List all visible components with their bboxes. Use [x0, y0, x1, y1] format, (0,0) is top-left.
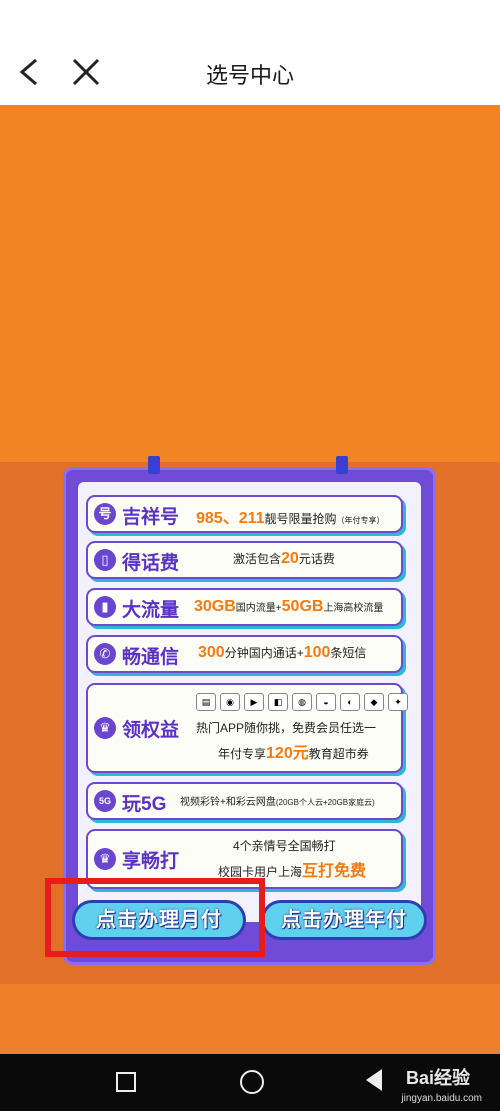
benefit-calls: ✆ 畅通信 300分钟国内通话+100条短信: [86, 635, 403, 673]
app-icon: ◆: [364, 693, 384, 711]
benefit-desc: 视频彩铃+和彩云网盘(20GB个人云+20GB家庭云): [180, 797, 375, 808]
5g-icon: 5G: [94, 790, 116, 812]
benefit-rights: ♛ 领权益 ▤ ◉ ▶ ◧ ◍ ◒ ◐ ◆ ✦ 热门APP随你挑，免费会员任选一…: [86, 683, 408, 773]
benefit-desc: 激活包含20元话费: [233, 550, 335, 567]
top-navigation-bar: 选号中心: [0, 0, 500, 105]
benefit-desc: 985、211靓号限量抢购（年付专享）: [196, 510, 385, 527]
benefit-desc: 300分钟国内通话+100条短信: [198, 644, 367, 661]
benefit-5g: 5G 玩5G 视频彩铃+和彩云网盘(20GB个人云+20GB家庭云): [86, 782, 403, 820]
app-icon: ▶: [244, 693, 264, 711]
benefit-name: 畅通信: [122, 647, 180, 668]
highlight-annotation-box: [45, 878, 265, 957]
call-icon: ✆: [94, 643, 116, 665]
app-icon: ◍: [292, 693, 312, 711]
benefit-name: 大流量: [122, 600, 180, 621]
crown-icon: ♛: [94, 717, 116, 739]
home-icon[interactable]: [240, 1070, 264, 1094]
back-icon[interactable]: [366, 1069, 382, 1091]
benefit-name: 得话费: [122, 553, 180, 574]
app-icon: ✦: [388, 693, 408, 711]
benefit-desc-line1: 4个亲情号全国畅打: [233, 839, 336, 853]
app-icons-row: ▤ ◉ ▶ ◧ ◍ ◒ ◐ ◆ ✦: [196, 693, 408, 711]
card-clip: [336, 456, 348, 474]
phone-icon: ▯: [94, 549, 116, 571]
benefit-name: 吉祥号: [122, 507, 180, 528]
crown-icon: ♛: [94, 848, 116, 870]
recent-apps-icon[interactable]: [116, 1072, 136, 1092]
watermark-brand: Bai经验: [405, 1068, 470, 1088]
signal-icon: ▮: [94, 596, 116, 618]
benefit-lucky-number: 号 吉祥号 985、211靓号限量抢购（年付专享）: [86, 495, 403, 533]
benefit-name: 享畅打: [122, 851, 180, 872]
benefit-desc-line2: 年付专享120元教育超市券: [218, 745, 369, 762]
page-title: 选号中心: [205, 63, 294, 88]
benefit-name: 玩5G: [122, 794, 167, 815]
benefits-list: 号 吉祥号 985、211靓号限量抢购（年付专享） ▯ 得话费 激活包含20元话…: [78, 482, 421, 922]
benefit-name: 领权益: [122, 720, 180, 741]
app-icon: ◒: [316, 693, 336, 711]
benefit-data-traffic: ▮ 大流量 30GB国内流量+50GB上海高校流量: [86, 588, 403, 626]
number-icon: 号: [94, 503, 116, 525]
benefit-desc-line1: 热门APP随你挑，免费会员任选一: [196, 721, 377, 735]
app-icon: ◉: [220, 693, 240, 711]
app-icon: ◧: [268, 693, 288, 711]
benefit-desc: 30GB国内流量+50GB上海高校流量: [194, 598, 384, 615]
footer-background: [0, 984, 500, 1054]
banner-area: [0, 105, 500, 462]
yearly-payment-button[interactable]: 点击办理年付: [261, 900, 427, 940]
watermark-url: jingyan.baidu.com: [401, 1093, 482, 1104]
app-icon: ◐: [340, 693, 360, 711]
card-clip: [148, 456, 160, 474]
benefit-phone-credit: ▯ 得话费 激活包含20元话费: [86, 541, 403, 579]
app-icon: ▤: [196, 693, 216, 711]
